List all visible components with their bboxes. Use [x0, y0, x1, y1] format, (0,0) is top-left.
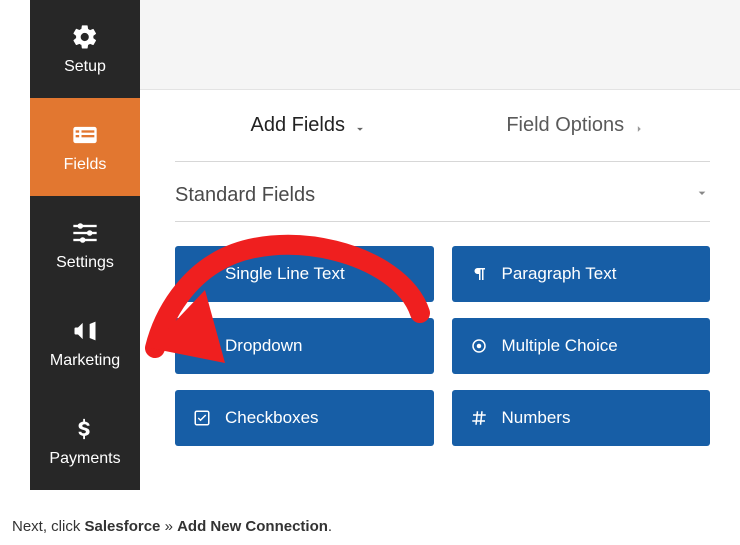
megaphone-icon	[70, 316, 100, 346]
tab-label: Add Fields	[251, 114, 346, 137]
sidebar-item-label: Settings	[56, 254, 114, 272]
footer-prefix: Next, click	[12, 518, 85, 535]
footer-bold-add-connection: Add New Connection	[177, 518, 328, 535]
sidebar-item-fields[interactable]: Fields	[30, 98, 140, 196]
field-paragraph-text[interactable]: Paragraph Text	[452, 246, 711, 302]
hash-icon	[470, 409, 488, 427]
sidebar-item-setup[interactable]: Setup	[30, 0, 140, 98]
field-checkboxes[interactable]: Checkboxes	[175, 390, 434, 446]
radio-icon	[470, 337, 488, 355]
top-toolbar-blank	[140, 0, 740, 90]
footer-bold-salesforce: Salesforce	[85, 518, 161, 535]
chevron-down-icon	[353, 119, 367, 133]
sidebar: Setup Fields Settings Marketing Payments	[30, 0, 140, 490]
tab-label: Field Options	[506, 114, 624, 137]
field-grid: Single Line Text Paragraph Text Dropdown	[175, 246, 710, 446]
instruction-text: Next, click Salesforce » Add New Connect…	[12, 518, 332, 535]
tabs: Add Fields Field Options	[175, 90, 710, 162]
field-numbers[interactable]: Numbers	[452, 390, 711, 446]
paragraph-icon	[470, 265, 488, 283]
section-title: Standard Fields	[175, 184, 315, 207]
field-label: Paragraph Text	[502, 264, 617, 284]
main-panel: Add Fields Field Options Standard Fields	[140, 0, 740, 490]
field-label: Checkboxes	[225, 408, 319, 428]
text-cursor-icon	[193, 265, 211, 283]
sidebar-item-payments[interactable]: Payments	[30, 392, 140, 490]
field-dropdown[interactable]: Dropdown	[175, 318, 434, 374]
chevron-right-icon	[632, 119, 646, 133]
footer-sep: »	[160, 518, 177, 535]
field-label: Numbers	[502, 408, 571, 428]
standard-fields-section: Standard Fields Single Line Text Para	[140, 162, 740, 446]
field-label: Multiple Choice	[502, 336, 618, 356]
dropdown-icon	[193, 337, 211, 355]
footer-suffix: .	[328, 518, 332, 535]
sidebar-item-label: Payments	[49, 450, 120, 468]
field-label: Dropdown	[225, 336, 303, 356]
section-header[interactable]: Standard Fields	[175, 184, 710, 222]
checkbox-icon	[193, 409, 211, 427]
sidebar-item-marketing[interactable]: Marketing	[30, 294, 140, 392]
dollar-icon	[70, 414, 100, 444]
sidebar-item-label: Fields	[64, 156, 107, 174]
field-multiple-choice[interactable]: Multiple Choice	[452, 318, 711, 374]
sidebar-item-settings[interactable]: Settings	[30, 196, 140, 294]
app-container: Setup Fields Settings Marketing Payments	[0, 0, 740, 490]
field-single-line-text[interactable]: Single Line Text	[175, 246, 434, 302]
chevron-down-icon	[694, 184, 710, 207]
tab-field-options[interactable]: Field Options	[443, 90, 711, 161]
field-label: Single Line Text	[225, 264, 345, 284]
list-icon	[70, 120, 100, 150]
sliders-icon	[70, 218, 100, 248]
sidebar-item-label: Setup	[64, 58, 106, 76]
gear-icon	[70, 22, 100, 52]
tab-add-fields[interactable]: Add Fields	[175, 90, 443, 161]
sidebar-item-label: Marketing	[50, 352, 120, 370]
